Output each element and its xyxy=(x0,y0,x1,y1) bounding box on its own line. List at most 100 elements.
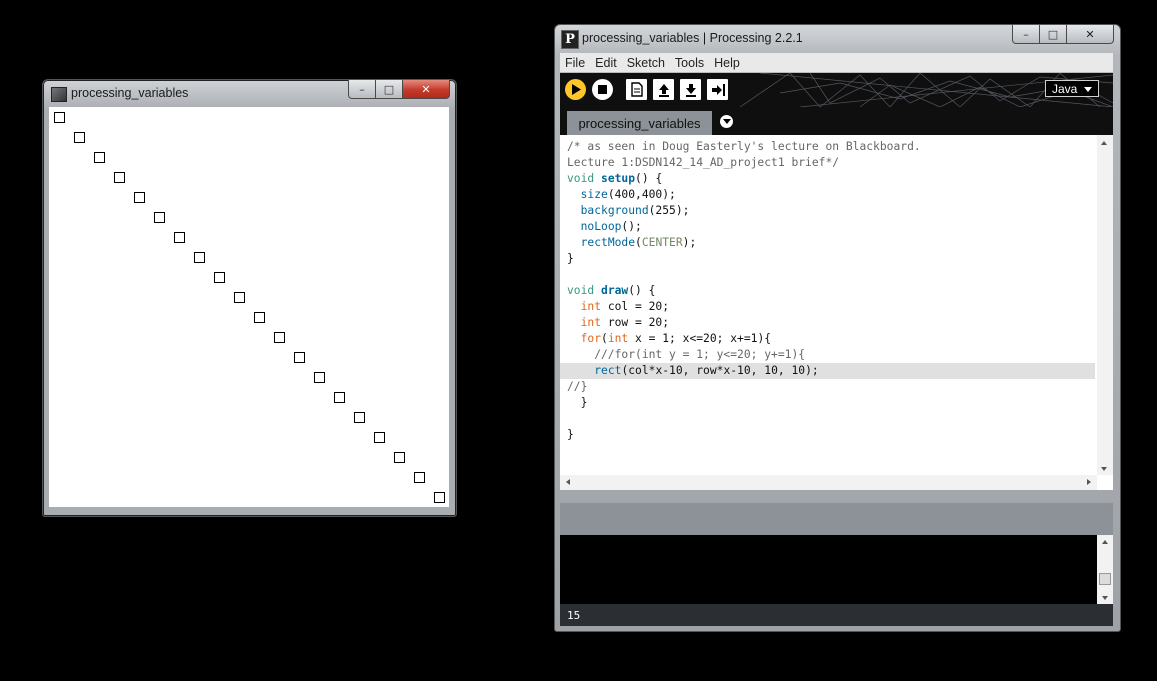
sketch-square xyxy=(54,112,65,123)
code-line[interactable]: rect(col*x-10, row*x-10, 10, 10); xyxy=(560,363,1095,379)
scroll-right-icon xyxy=(1087,479,1091,485)
sketch-square xyxy=(114,172,125,183)
tab-bar: processing_variables xyxy=(560,107,1113,135)
mode-dropdown[interactable]: Java xyxy=(1045,80,1099,97)
run-button[interactable] xyxy=(565,79,586,100)
export-button[interactable] xyxy=(707,79,728,100)
sketch-square xyxy=(194,252,205,263)
sketch-square xyxy=(294,352,305,363)
save-icon xyxy=(685,83,696,97)
sketch-square xyxy=(354,412,365,423)
scroll-up-icon xyxy=(1102,540,1108,544)
export-icon xyxy=(711,83,725,96)
sketch-window-title: processing_variables xyxy=(71,86,189,100)
code-line[interactable]: //} xyxy=(560,379,1095,395)
mode-label: Java xyxy=(1052,81,1078,96)
java-app-icon xyxy=(51,87,67,102)
tab-menu-arrow-icon xyxy=(722,119,731,124)
code-line[interactable]: background(255); xyxy=(560,203,1095,219)
sketch-square xyxy=(134,192,145,203)
sketch-canvas[interactable] xyxy=(49,107,449,507)
sketch-square xyxy=(414,472,425,483)
code-line[interactable]: int col = 20; xyxy=(560,299,1095,315)
sketch-square xyxy=(234,292,245,303)
scroll-down-icon xyxy=(1101,467,1107,471)
code-line[interactable]: ///for(int y = 1; y<=20; y+=1){ xyxy=(560,347,1095,363)
minimize-button[interactable]: – xyxy=(348,80,376,99)
close-icon: ✕ xyxy=(421,82,431,96)
stop-button[interactable] xyxy=(592,79,613,100)
minimize-button[interactable]: – xyxy=(1012,25,1040,44)
code-line[interactable]: void draw() { xyxy=(560,283,1095,299)
code-editor[interactable]: /* as seen in Doug Easterly's lecture on… xyxy=(560,135,1113,490)
code-line[interactable]: for(int x = 1; x<=20; x+=1){ xyxy=(560,331,1095,347)
toolbar: Java xyxy=(560,73,1113,107)
menu-sketch[interactable]: Sketch xyxy=(622,56,670,70)
stop-icon xyxy=(598,85,607,94)
code-area[interactable]: /* as seen in Doug Easterly's lecture on… xyxy=(560,139,1095,443)
sketch-square xyxy=(74,132,85,143)
scroll-left-icon xyxy=(566,479,570,485)
console-scrollbar[interactable] xyxy=(1097,535,1113,604)
open-icon xyxy=(658,83,669,97)
maximize-button[interactable]: □ xyxy=(1040,25,1067,44)
scroll-up-icon xyxy=(1101,141,1107,145)
sketch-window: processing_variables – □ ✕ xyxy=(42,79,457,517)
sketch-titlebar[interactable]: processing_variables – □ ✕ xyxy=(43,80,456,106)
play-icon xyxy=(571,84,581,95)
sketch-square xyxy=(434,492,445,503)
editor-horizontal-scrollbar[interactable] xyxy=(560,475,1097,490)
editor-vertical-scrollbar[interactable] xyxy=(1097,135,1113,475)
open-button[interactable] xyxy=(653,79,674,100)
code-line[interactable]: noLoop(); xyxy=(560,219,1095,235)
menu-bar: File Edit Sketch Tools Help xyxy=(560,53,1113,73)
sketch-square xyxy=(214,272,225,283)
sketch-square xyxy=(334,392,345,403)
menu-edit[interactable]: Edit xyxy=(590,56,622,70)
close-button[interactable]: ✕ xyxy=(1067,25,1114,44)
sketch-square xyxy=(94,152,105,163)
message-area xyxy=(560,503,1113,535)
minimize-icon: – xyxy=(359,82,365,96)
maximize-icon: □ xyxy=(1047,27,1059,41)
code-line[interactable]: } xyxy=(560,395,1095,411)
sketch-drawing xyxy=(54,112,445,503)
code-line[interactable]: /* as seen in Doug Easterly's lecture on… xyxy=(560,139,1095,155)
code-line[interactable]: } xyxy=(560,251,1095,267)
code-line[interactable] xyxy=(560,267,1095,283)
minimize-icon: – xyxy=(1023,27,1029,41)
chevron-down-icon xyxy=(1084,87,1092,92)
ide-window-title: processing_variables | Processing 2.2.1 xyxy=(582,31,803,45)
console[interactable] xyxy=(560,535,1113,604)
close-button[interactable]: ✕ xyxy=(403,80,450,99)
maximize-button[interactable]: □ xyxy=(376,80,403,99)
ide-window-controls: – □ ✕ xyxy=(1012,25,1114,44)
maximize-icon: □ xyxy=(383,82,395,96)
menu-tools[interactable]: Tools xyxy=(670,56,709,70)
tab-menu-button[interactable] xyxy=(720,115,733,128)
menu-file[interactable]: File xyxy=(560,56,590,70)
tab-processing-variables[interactable]: processing_variables xyxy=(567,111,712,135)
new-file-icon xyxy=(630,82,643,97)
close-icon: ✕ xyxy=(1085,27,1095,41)
sketch-square xyxy=(174,232,185,243)
code-line[interactable]: int row = 20; xyxy=(560,315,1095,331)
sketch-square xyxy=(154,212,165,223)
processing-logo-icon: P xyxy=(561,30,579,49)
code-line[interactable] xyxy=(560,411,1095,427)
new-button[interactable] xyxy=(626,79,647,100)
sketch-square xyxy=(254,312,265,323)
code-line[interactable]: void setup() { xyxy=(560,171,1095,187)
sketch-square xyxy=(274,332,285,343)
sketch-square xyxy=(374,432,385,443)
menu-help[interactable]: Help xyxy=(709,56,745,70)
code-line[interactable]: size(400,400); xyxy=(560,187,1095,203)
code-line[interactable]: rectMode(CENTER); xyxy=(560,235,1095,251)
save-button[interactable] xyxy=(680,79,701,100)
code-line[interactable]: Lecture 1:DSDN142_14_AD_project1 brief*/ xyxy=(560,155,1095,171)
sketch-window-controls: – □ ✕ xyxy=(348,80,450,99)
scrollbar-thumb[interactable] xyxy=(1099,573,1111,585)
code-line[interactable]: } xyxy=(560,427,1095,443)
line-number-status: 15 xyxy=(560,604,1113,626)
sketch-square xyxy=(394,452,405,463)
